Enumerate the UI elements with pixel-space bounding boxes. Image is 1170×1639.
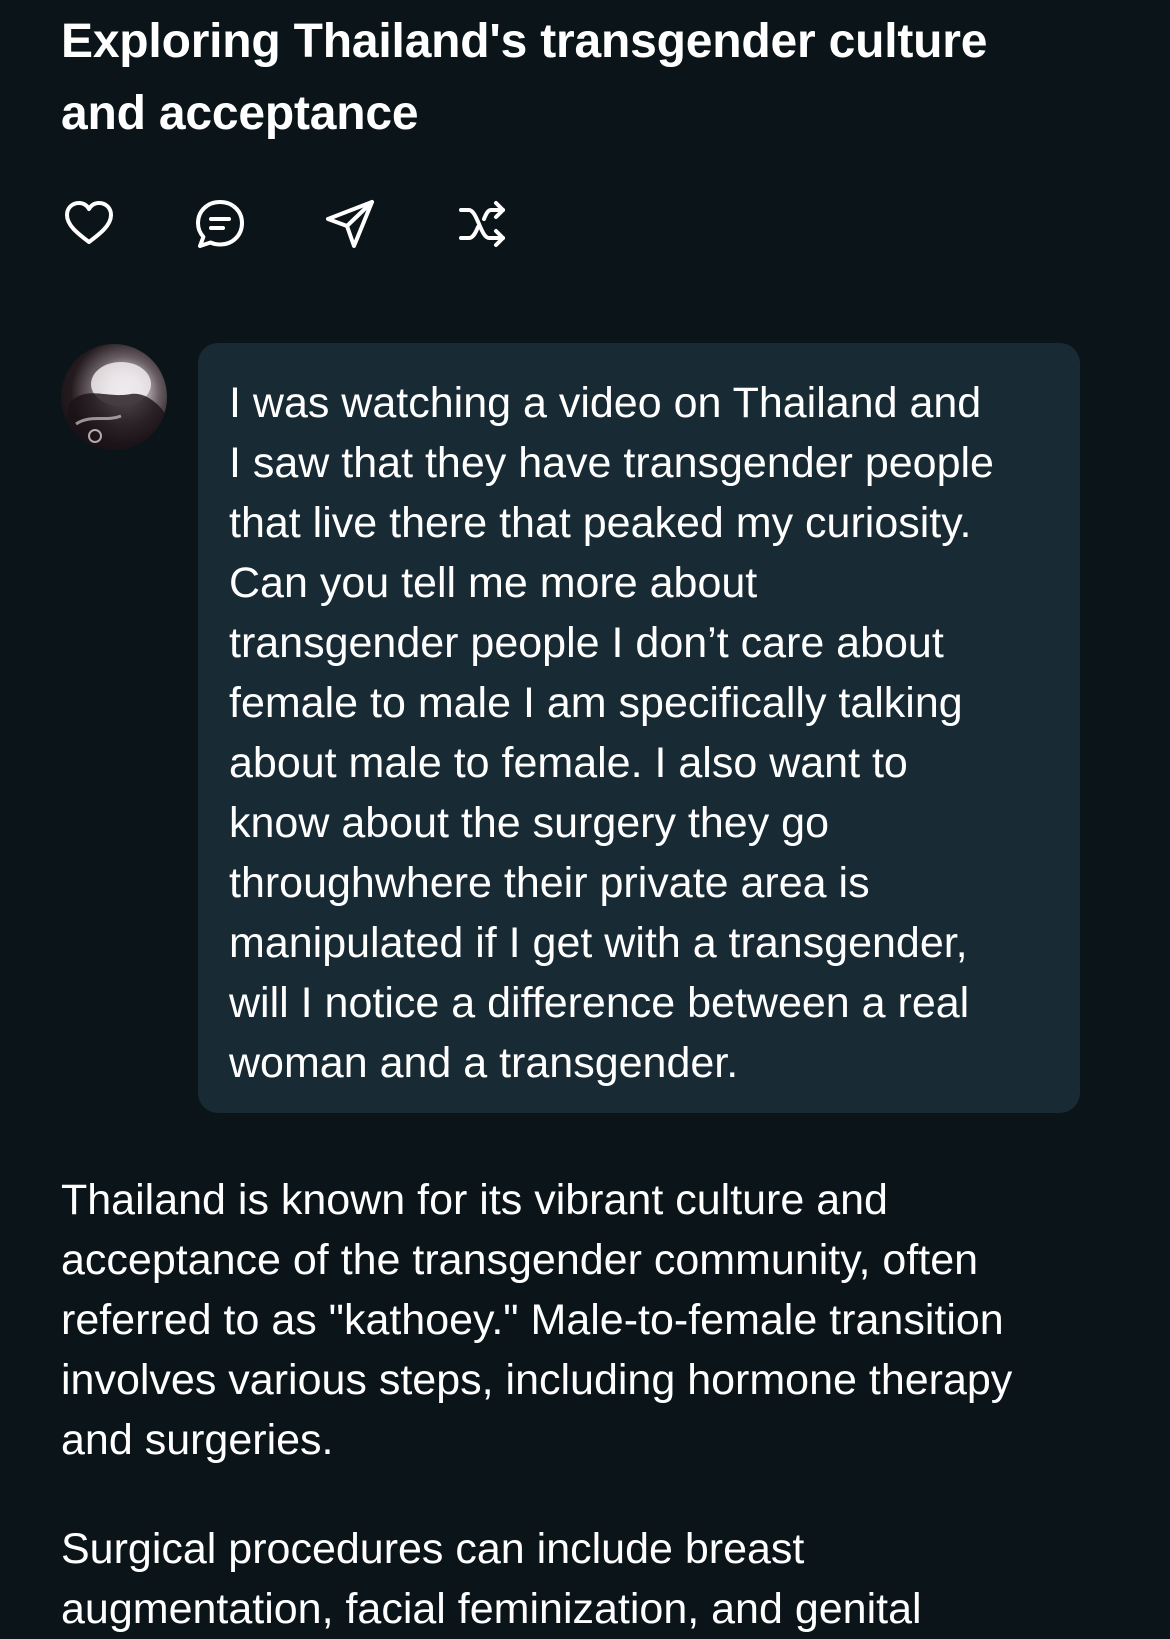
heart-icon bbox=[65, 201, 113, 244]
share-button[interactable] bbox=[322, 196, 378, 252]
remix-button[interactable] bbox=[455, 196, 511, 252]
user-message-text: I was watching a video on Thailand and I… bbox=[229, 379, 994, 1087]
response-paragraph: Thailand is known for its vibrant cultur… bbox=[61, 1176, 1013, 1464]
avatar[interactable] bbox=[61, 344, 167, 450]
page-title: Exploring Thailand's transgender culture… bbox=[61, 15, 988, 140]
response-paragraph: Surgical procedures can include breast a… bbox=[61, 1525, 922, 1633]
comment-icon bbox=[196, 200, 244, 248]
shuffle-icon bbox=[459, 201, 505, 247]
like-button[interactable] bbox=[61, 196, 117, 252]
comment-button[interactable] bbox=[192, 196, 248, 252]
share-icon bbox=[326, 200, 374, 248]
avatar-image bbox=[61, 362, 167, 450]
user-message-bubble: I was watching a video on Thailand and I… bbox=[198, 343, 1080, 1113]
